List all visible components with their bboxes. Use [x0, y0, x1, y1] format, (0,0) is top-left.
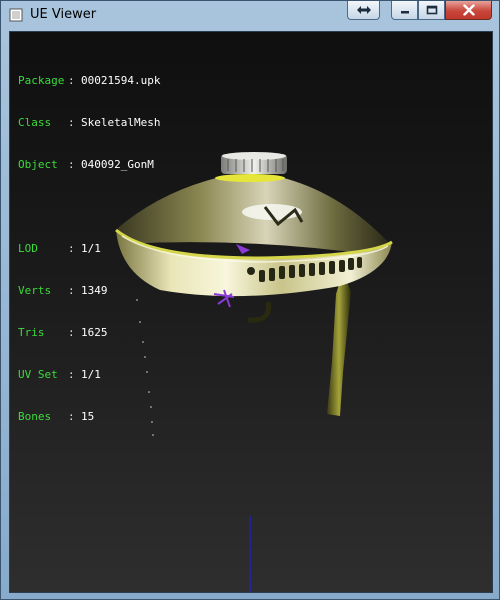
swap-arrows-icon — [356, 6, 371, 14]
particle-trail — [136, 299, 154, 436]
minimize-icon — [400, 11, 409, 14]
3d-viewport[interactable]: Package:00021594.upk Class: SkeletalMesh … — [9, 31, 493, 593]
hanging-strap — [327, 272, 351, 416]
skeletal-mesh-render — [115, 152, 393, 592]
app-window: UE Viewer Package:00021594.upk Class: S… — [0, 0, 500, 600]
title-bar[interactable]: UE Viewer — [1, 1, 499, 30]
close-button[interactable] — [445, 1, 492, 20]
maximize-icon — [426, 5, 437, 15]
window-title: UE Viewer — [30, 7, 97, 22]
maximize-button[interactable] — [418, 1, 445, 20]
app-icon — [9, 8, 23, 22]
swap-button[interactable] — [347, 1, 380, 20]
minimize-button[interactable] — [391, 1, 418, 20]
close-icon — [462, 4, 475, 16]
